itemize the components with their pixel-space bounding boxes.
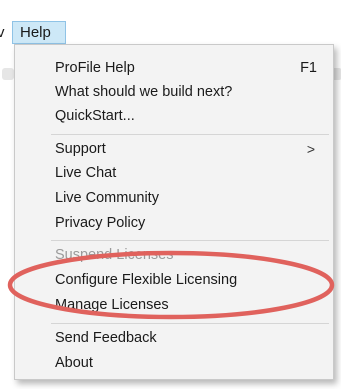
menu-item-configure-flexible-licensing[interactable]: Configure Flexible Licensing — [55, 272, 237, 288]
menu-item-suspend-licenses: Suspend Licenses — [55, 247, 174, 263]
menu-item-profile-help[interactable]: ProFile Help — [55, 60, 135, 76]
profile-help-shortcut: F1 — [300, 60, 317, 76]
chevron-right-icon: > — [306, 141, 315, 157]
menu-item-live-chat[interactable]: Live Chat — [55, 165, 116, 181]
menu-item-manage-licenses[interactable]: Manage Licenses — [55, 297, 169, 313]
menu-separator — [51, 134, 329, 135]
menu-separator — [51, 323, 329, 324]
menu-bar: v Help — [0, 0, 341, 46]
menu-item-live-community[interactable]: Live Community — [55, 190, 159, 206]
screenshot-frame: v Help ProFile Help F1 What should we bu… — [0, 0, 341, 389]
menu-prev-fragment[interactable]: v — [0, 24, 5, 41]
menu-item-what-should-we-build[interactable]: What should we build next? — [55, 84, 232, 100]
menu-separator — [51, 240, 329, 241]
menu-item-quickstart[interactable]: QuickStart... — [55, 108, 135, 124]
menu-help[interactable]: Help — [12, 21, 66, 44]
toolbar-ghost-icon — [2, 68, 14, 80]
menu-item-about[interactable]: About — [55, 355, 93, 371]
menu-item-privacy-policy[interactable]: Privacy Policy — [55, 215, 145, 231]
menu-item-send-feedback[interactable]: Send Feedback — [55, 330, 157, 346]
menu-item-support[interactable]: Support — [55, 141, 106, 157]
help-dropdown-menu: ProFile Help F1 What should we build nex… — [14, 44, 334, 380]
